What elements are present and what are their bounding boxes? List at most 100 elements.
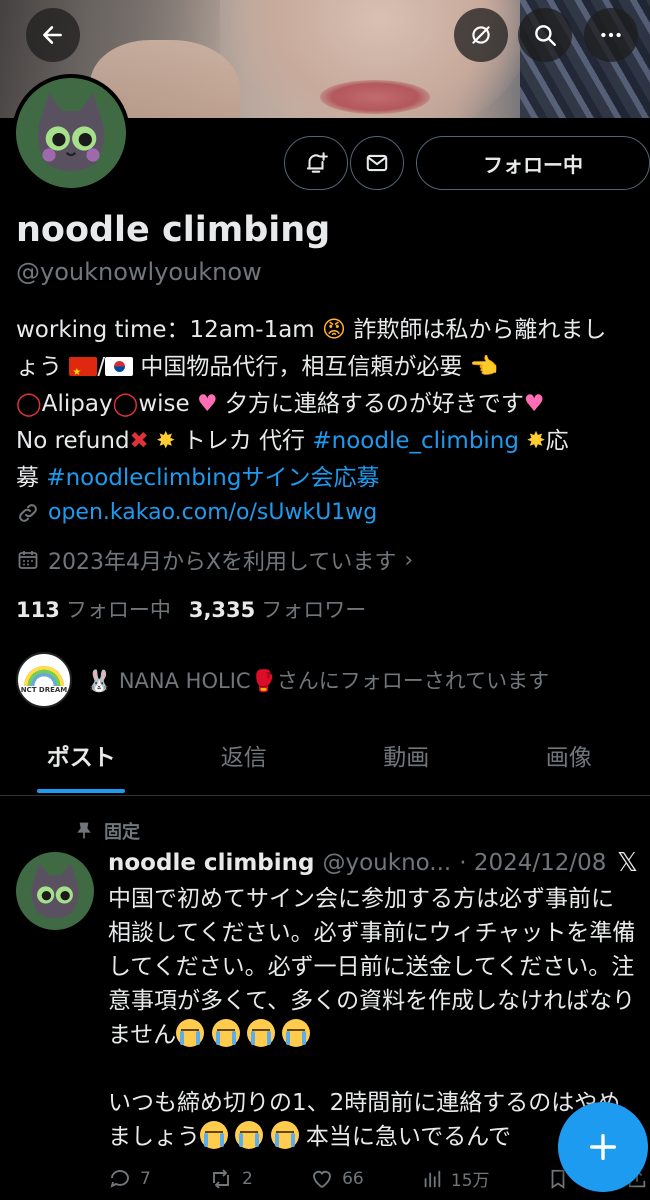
pinned-label: 固定 bbox=[104, 822, 140, 843]
grok-button[interactable] bbox=[454, 8, 508, 62]
profile-link-row[interactable]: open.kakao.com/o/sUwkU1wg bbox=[16, 500, 377, 525]
tab-posts[interactable]: ポスト bbox=[0, 726, 163, 795]
pointing-hand-icon: 👈 bbox=[469, 354, 499, 380]
chevron-right-icon: › bbox=[404, 547, 414, 573]
follower-avatar[interactable]: NCT DREAM bbox=[16, 652, 72, 708]
bio-text: working time：12am-1am bbox=[16, 317, 323, 343]
post-date[interactable]: · 2024/12/08 bbox=[459, 850, 606, 876]
like-button[interactable]: 66 bbox=[310, 1166, 364, 1191]
cross-mark-icon: ✖ bbox=[129, 428, 149, 454]
profile-avatar[interactable] bbox=[12, 74, 130, 192]
followed-by-row[interactable]: NCT DREAM 🐰 NANA HOLIC🥊さんにフォローされています bbox=[16, 652, 549, 708]
search-button[interactable] bbox=[518, 8, 572, 62]
rabbit-icon: 🐰 bbox=[86, 669, 113, 693]
cat-avatar-image bbox=[16, 78, 126, 188]
bio-text: Alipay bbox=[41, 391, 113, 417]
post-author-name[interactable]: noodle climbing bbox=[108, 850, 314, 876]
bio-text: 中国物品代行，相互信頼が必要 bbox=[140, 354, 470, 380]
tab-label: 画像 bbox=[545, 745, 592, 771]
compose-button[interactable] bbox=[558, 1102, 648, 1192]
more-dots-icon bbox=[601, 32, 621, 38]
notification-button[interactable] bbox=[284, 136, 348, 190]
hashtag-link[interactable]: #noodle_climbing bbox=[312, 428, 519, 454]
tab-images[interactable]: 画像 bbox=[488, 726, 650, 795]
bio-text: 詐欺師は私から離れまし bbox=[353, 317, 607, 343]
like-count: 66 bbox=[342, 1168, 364, 1189]
repost-button[interactable]: 2 bbox=[208, 1166, 253, 1191]
views-button[interactable]: 15万 bbox=[421, 1166, 490, 1191]
tab-label: 返信 bbox=[220, 745, 267, 771]
joined-text: 2023年4月からXを利用しています bbox=[48, 550, 397, 575]
search-icon bbox=[535, 25, 556, 46]
profile-bio: working time：12am-1am 😡 詐欺師は私から離れまし ょう /… bbox=[16, 312, 642, 497]
profile-handle: @youknowlyouknow bbox=[16, 258, 262, 286]
following-button[interactable]: フォロー中 bbox=[416, 136, 650, 190]
pin-icon bbox=[77, 822, 91, 839]
repost-icon bbox=[213, 1168, 229, 1189]
following-label: フォロー中 bbox=[65, 598, 171, 622]
glowing-star-icon: ✸ bbox=[156, 428, 176, 454]
bio-text: 応 bbox=[545, 428, 569, 454]
post-author-handle[interactable]: @youkno... bbox=[322, 850, 451, 876]
china-flag-icon bbox=[69, 354, 98, 391]
x-logo-icon: 𝕏 bbox=[617, 848, 638, 878]
tab-label: ポスト bbox=[46, 745, 116, 771]
bio-text: / bbox=[97, 354, 106, 380]
tab-label: 動画 bbox=[383, 745, 430, 771]
following-count-link[interactable]: 113 フォロー中 bbox=[16, 594, 171, 624]
back-button[interactable] bbox=[26, 8, 80, 62]
banner-lips bbox=[320, 80, 430, 114]
active-tab-indicator bbox=[37, 789, 126, 793]
calendar-icon bbox=[18, 551, 38, 569]
joined-date-row[interactable]: 2023年4月からXを利用しています › bbox=[16, 544, 413, 576]
crying-face-icon bbox=[235, 1121, 264, 1149]
heart-icon bbox=[313, 1170, 332, 1188]
profile-link[interactable]: open.kakao.com/o/sUwkU1wg bbox=[48, 500, 377, 525]
crying-face-icon bbox=[282, 1019, 311, 1047]
tab-videos[interactable]: 動画 bbox=[325, 726, 488, 795]
tab-replies[interactable]: 返信 bbox=[163, 726, 326, 795]
following-count: 113 bbox=[16, 598, 60, 622]
hashtag-link[interactable]: #noodleclimbingサイン会応募 bbox=[46, 465, 379, 491]
followed-by-suffix: さんにフォローされています bbox=[276, 669, 550, 693]
crying-face-icon bbox=[200, 1121, 228, 1149]
reply-count: 7 bbox=[140, 1168, 151, 1189]
two-hearts-icon: ♥ bbox=[523, 391, 545, 417]
reply-icon bbox=[110, 1169, 129, 1188]
repost-count: 2 bbox=[242, 1168, 253, 1189]
pinned-indicator: 固定 bbox=[74, 818, 140, 844]
profile-name: noodle climbing bbox=[16, 210, 331, 250]
crying-face-icon bbox=[211, 1019, 240, 1047]
boxing-glove-icon: 🥊 bbox=[250, 669, 277, 693]
reply-button[interactable]: 7 bbox=[108, 1166, 151, 1191]
bio-text: wise bbox=[138, 391, 197, 417]
view-count: 15万 bbox=[450, 1171, 490, 1191]
back-arrow-icon bbox=[43, 26, 62, 44]
bell-plus-icon bbox=[306, 152, 328, 173]
crying-face-icon bbox=[176, 1019, 205, 1047]
red-circle-icon: ◯ bbox=[16, 391, 42, 417]
followers-count: 3,335 bbox=[188, 598, 256, 622]
follow-counts: 113 フォロー中 3,335 フォロワー bbox=[16, 594, 366, 624]
bio-text: トレカ 代行 bbox=[175, 428, 313, 454]
message-button[interactable] bbox=[350, 136, 404, 190]
follower-name: NANA HOLIC bbox=[118, 669, 251, 693]
bio-text: 募 bbox=[16, 465, 47, 491]
bio-text: ょう bbox=[16, 354, 62, 380]
more-button[interactable] bbox=[584, 8, 638, 62]
post-header: noodle climbing @youkno... · 2024/12/08 … bbox=[108, 848, 638, 878]
post-text[interactable]: 中国で初めてサイン会に参加する方は必ず事前に相談してください。必ず事前にウィチャ… bbox=[108, 882, 636, 1154]
envelope-icon bbox=[366, 154, 388, 172]
two-hearts-icon: ♥ bbox=[196, 391, 218, 417]
followers-count-link[interactable]: 3,335 フォロワー bbox=[189, 594, 366, 624]
followed-by-text: 🐰 NANA HOLIC🥊さんにフォローされています bbox=[86, 665, 549, 695]
post-paragraph: 本当に急いでるんで bbox=[298, 1124, 512, 1150]
bio-text: 夕方に連絡するのが好きです bbox=[217, 391, 524, 417]
post-avatar[interactable] bbox=[16, 852, 94, 930]
angry-face-icon: 😡 bbox=[322, 317, 346, 343]
grok-icon bbox=[472, 26, 490, 44]
profile-tabs: ポスト 返信 動画 画像 bbox=[0, 726, 650, 796]
korea-flag-icon bbox=[105, 357, 134, 376]
crying-face-icon bbox=[270, 1121, 299, 1149]
crying-face-icon bbox=[246, 1019, 275, 1047]
